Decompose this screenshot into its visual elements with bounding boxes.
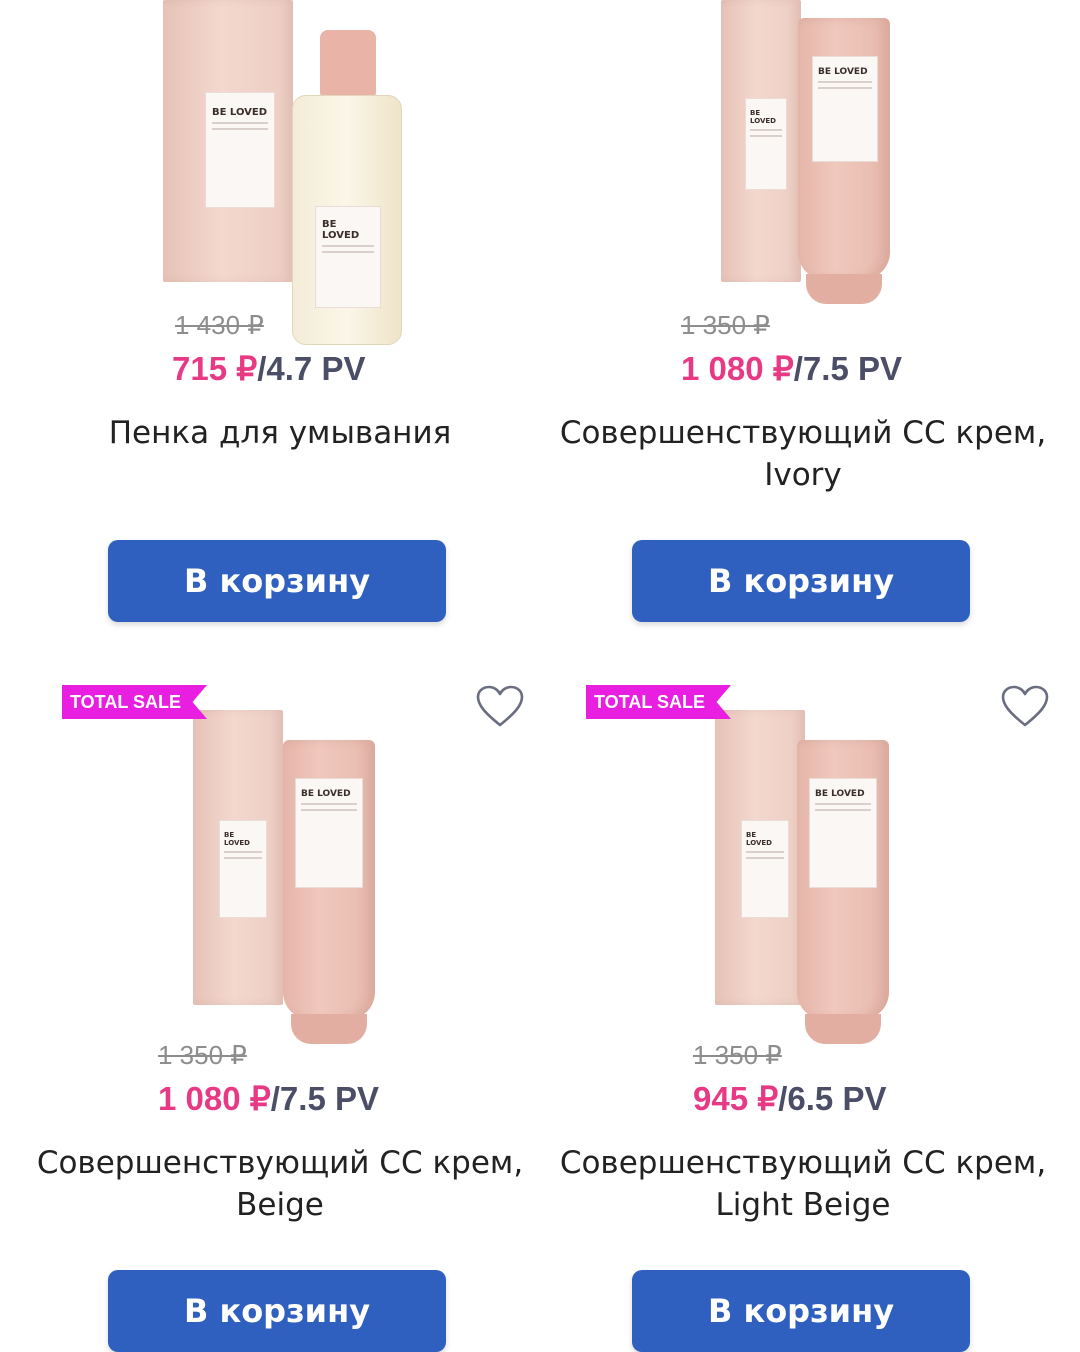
current-price: 1 080 ₽ — [158, 1080, 271, 1117]
box-label: BE LOVED — [745, 98, 787, 190]
product-box: BE LOVED — [193, 710, 283, 1005]
pv-value: /7.5 PV — [793, 350, 902, 387]
sale-badge: TOTAL SALE — [62, 685, 208, 719]
product-title[interactable]: Совершенствующий СС крем, Ivory — [543, 412, 1063, 496]
product-box: BE LOVED — [163, 0, 293, 282]
product-title[interactable]: Пенка для умывания — [20, 412, 540, 454]
price-line: 1 080 ₽/7.5 PV — [158, 1079, 379, 1118]
cream-tube: BE LOVED — [797, 740, 889, 1044]
cream-tube: BE LOVED — [798, 18, 890, 304]
product-box: BE LOVED — [721, 0, 801, 282]
box-label: BE LOVED — [219, 820, 267, 918]
old-price: 1 350 ₽ — [693, 1040, 782, 1070]
tube-cap — [291, 1014, 367, 1044]
add-to-cart-button[interactable]: В корзину — [108, 540, 446, 622]
heart-outline-icon[interactable] — [475, 685, 525, 729]
cream-tube: BE LOVED — [283, 740, 375, 1044]
product-title[interactable]: Совершенствующий СС крем, Light Beige — [543, 1142, 1063, 1226]
pv-value: /6.5 PV — [778, 1080, 887, 1117]
product-image[interactable]: BE LOVED BE LOVED — [543, 685, 1063, 1050]
pump-head — [320, 30, 376, 100]
product-box: BE LOVED — [715, 710, 805, 1005]
current-price: 1 080 ₽ — [681, 350, 794, 387]
price-line: 945 ₽/6.5 PV — [693, 1079, 886, 1118]
bottle-label: BE LOVED — [315, 206, 381, 308]
tube-cap — [806, 274, 882, 304]
pv-value: /7.5 PV — [270, 1080, 379, 1117]
price-line: 1 080 ₽/7.5 PV — [681, 349, 902, 388]
tube-cap — [805, 1014, 881, 1044]
old-price: 1 350 ₽ — [681, 310, 770, 340]
box-label: BE LOVED — [741, 820, 789, 918]
tube-label: BE LOVED — [295, 778, 363, 888]
add-to-cart-button[interactable]: В корзину — [632, 540, 970, 622]
price-line: 715 ₽/4.7 PV — [172, 349, 365, 388]
heart-outline-icon[interactable] — [1000, 685, 1050, 729]
add-to-cart-button[interactable]: В корзину — [632, 1270, 970, 1352]
tube-label: BE LOVED — [809, 778, 877, 888]
foam-bottle: BE LOVED — [292, 95, 402, 345]
tube-label: BE LOVED — [812, 56, 878, 162]
current-price: 945 ₽ — [693, 1080, 779, 1117]
current-price: 715 ₽ — [172, 350, 258, 387]
box-label: BE LOVED — [205, 92, 275, 208]
pv-value: /4.7 PV — [257, 350, 366, 387]
add-to-cart-button[interactable]: В корзину — [108, 1270, 446, 1352]
sale-badge: TOTAL SALE — [586, 685, 732, 719]
old-price: 1 430 ₽ — [175, 310, 264, 340]
product-image[interactable]: BE LOVED BE LOVED — [20, 685, 540, 1050]
product-image[interactable]: BE LOVED BE LOVED — [543, 0, 1063, 345]
old-price: 1 350 ₽ — [158, 1040, 247, 1070]
product-title[interactable]: Совершенствующий СС крем, Beige — [20, 1142, 540, 1226]
product-image[interactable]: BE LOVED BE LOVED — [20, 0, 540, 345]
